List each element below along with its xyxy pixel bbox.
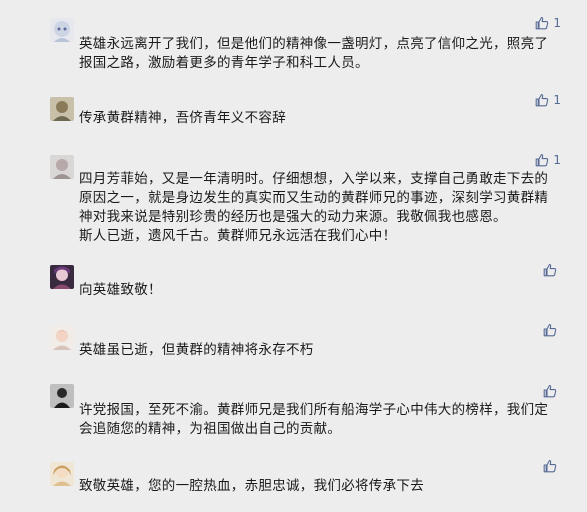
avatar[interactable] [50,97,74,121]
comment-paragraph: 传承黄群精神，吾侪青年义不容辞 [79,110,286,126]
like-button[interactable]: 1 [535,152,561,168]
like-count: 1 [553,16,561,30]
comment-paragraph: 斯人已逝，遗风千古。黄群师兄永远活在我们心中！ [79,228,397,244]
thumbs-up-icon [535,153,549,167]
comment-text: 许党报国，至死不渝。黄群师兄是我们所有船海学子心中伟大的榜样，我们定会追随您的精… [79,401,557,439]
comment-paragraph: 许党报国，至死不渝。黄群师兄是我们所有船海学子心中伟大的榜样，我们定会追随您的精… [79,402,549,437]
like-count: 1 [553,153,561,167]
comment-paragraph: 英雄永远离开了我们，但是他们的精神像一盏明灯，点亮了信仰之光，照亮了报国之路，激… [79,36,549,71]
thumbs-up-icon [543,323,557,337]
comment-text: 传承黄群精神，吾侪青年义不容辞 [79,109,557,128]
comment-text: 四月芳菲始，又是一年清明时。仔细想想，入学以来，支撑自己勇敢走下去的原因之一，就… [79,170,557,246]
comment-text: 向英雄致敬！ [79,281,557,300]
avatar[interactable] [50,462,74,486]
comment-paragraph: 英雄虽已逝，但黄群的精神将永存不朽 [79,342,314,358]
like-button[interactable]: 1 [535,15,561,31]
comment-paragraph: 致敬英雄，您的一腔热血，赤胆忠诚，我们必将传承下去 [79,478,424,494]
like-button[interactable] [543,262,561,278]
avatar[interactable] [50,155,74,179]
comment-text: 英雄永远离开了我们，但是他们的精神像一盏明灯，点亮了信仰之光，照亮了报国之路，激… [79,35,557,73]
thumbs-up-icon [543,263,557,277]
comment-list: 英雄永远离开了我们，但是他们的精神像一盏明灯，点亮了信仰之光，照亮了报国之路，激… [0,0,587,512]
comment-text: 英雄虽已逝，但黄群的精神将永存不朽 [79,341,557,360]
like-button[interactable] [543,383,561,399]
avatar[interactable] [50,326,74,350]
thumbs-up-icon [535,16,549,30]
like-button[interactable]: 1 [535,92,561,108]
avatar[interactable] [50,18,74,42]
comment-text: 致敬英雄，您的一腔热血，赤胆忠诚，我们必将传承下去 [79,477,557,496]
comment-paragraph: 四月芳菲始，又是一年清明时。仔细想想，入学以来，支撑自己勇敢走下去的原因之一，就… [79,171,549,225]
comment-paragraph: 向英雄致敬！ [79,282,162,298]
like-button[interactable] [543,458,561,474]
thumbs-up-icon [543,459,557,473]
thumbs-up-icon [543,384,557,398]
thumbs-up-icon [535,93,549,107]
avatar[interactable] [50,265,74,289]
like-button[interactable] [543,322,561,338]
avatar[interactable] [50,384,74,408]
like-count: 1 [553,93,561,107]
